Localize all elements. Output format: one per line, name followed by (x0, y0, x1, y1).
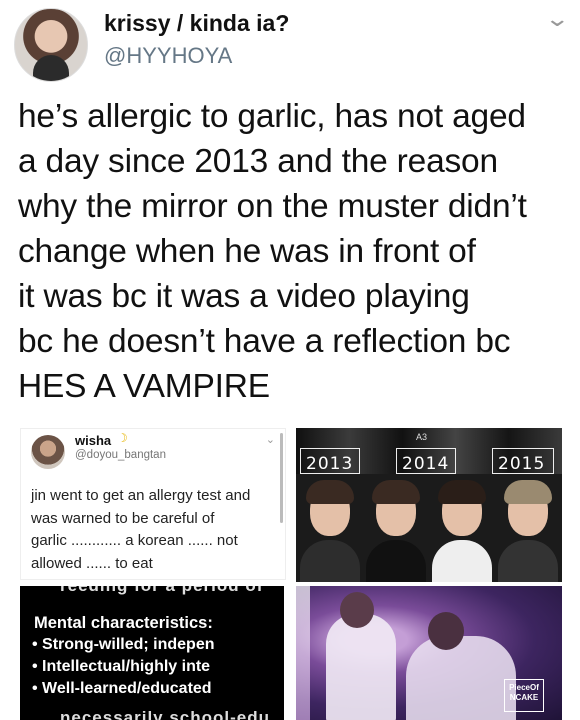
avatar (31, 435, 65, 469)
mental-characteristics-image[interactable]: reeding for a period of Mental character… (20, 586, 284, 720)
badge: A3 (416, 432, 428, 442)
display-name[interactable]: krissy / kinda ia? (104, 10, 289, 37)
panel-title: Mental characteristics: (34, 614, 213, 632)
cropped-text: necessarily school-edu (60, 708, 271, 720)
performer (326, 614, 396, 720)
user-handle[interactable]: @HYYHOYA (104, 43, 232, 69)
chevron-down-icon[interactable]: ⌄ (544, 6, 570, 32)
portrait (364, 476, 428, 582)
chevron-down-icon: ⌄ (265, 434, 275, 446)
tweet-text: he’s allergic to garlic, has not aged a … (18, 98, 527, 405)
portrait (430, 476, 494, 582)
list-item: Strong-willed; indepen (32, 634, 284, 656)
embedded-display-name: wisha (75, 433, 112, 448)
list-item: Well-learned/educated (32, 678, 284, 700)
year-label: 2014 (402, 454, 450, 474)
tweet-header: krissy / kinda ia? @HYYHOYA ⌄ (0, 0, 580, 90)
embedded-tweet-text: jin went to get an allergy test and was … (31, 487, 251, 572)
image-grid: wisha ☽ @doyou_bangtan ⌄ jin went to get… (0, 424, 580, 720)
avatar[interactable] (14, 8, 88, 82)
watermark-logo: PieceOf NCAKE (504, 679, 544, 712)
photo-comparison-image[interactable]: 2013 2014 2015 A3 (296, 428, 562, 582)
embedded-handle: @doyou_bangtan (75, 449, 166, 461)
portrait (298, 476, 362, 582)
performer (406, 636, 516, 720)
year-label: 2015 (498, 454, 546, 474)
performer-head (428, 612, 464, 650)
embedded-tweet-image[interactable]: wisha ☽ @doyou_bangtan ⌄ jin went to get… (20, 428, 286, 580)
list-item: Intellectual/highly inte (32, 656, 284, 678)
portrait (496, 476, 560, 582)
cropped-text: reeding for a period of (60, 586, 263, 596)
stage-photo-image[interactable]: PieceOf NCAKE (296, 586, 562, 720)
moon-icon: ☽ (117, 431, 128, 445)
performer-head (340, 592, 374, 628)
year-label: 2013 (306, 454, 354, 474)
scrollbar (280, 433, 283, 523)
stage-light (296, 586, 310, 720)
characteristics-list: Strong-willed; indepen Intellectual/high… (32, 634, 284, 700)
